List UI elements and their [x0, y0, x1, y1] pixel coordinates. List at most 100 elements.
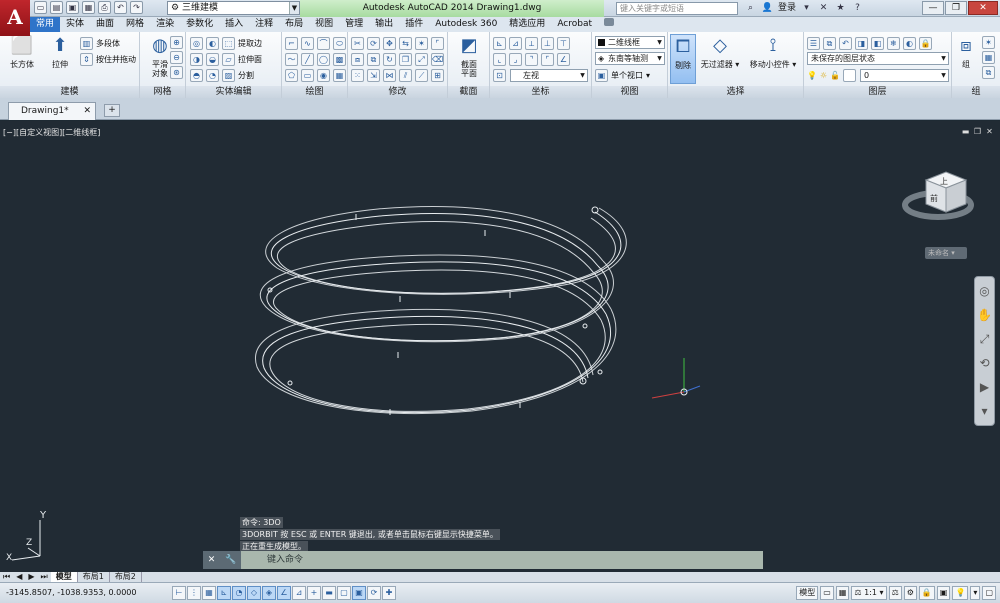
close-icon[interactable]: ✕ — [208, 555, 216, 565]
tab-parametric[interactable]: 参数化 — [180, 17, 219, 32]
donut-icon[interactable]: ◉ — [317, 68, 330, 82]
layer-isolate-icon[interactable]: ◨ — [855, 36, 868, 50]
culling-button[interactable]: ⧠ 剔除 — [670, 34, 696, 84]
layer-unisolate-icon[interactable]: ◧ — [871, 36, 884, 50]
tab-plugins[interactable]: 插件 — [399, 17, 429, 32]
panel-title-solid-edit[interactable]: 实体编辑 — [186, 86, 281, 98]
save-as-icon[interactable]: ▦ — [82, 1, 95, 14]
new-tab-button[interactable]: + — [104, 104, 120, 117]
lineweight-icon[interactable]: ▬ — [322, 586, 336, 600]
command-input[interactable]: 键入命令 — [241, 551, 763, 569]
quick-properties-icon[interactable]: ▣ — [352, 586, 366, 600]
thicken-icon[interactable]: ◔ — [206, 68, 219, 82]
rotate3d-icon[interactable]: ⟳ — [367, 36, 380, 50]
move-icon[interactable]: ✥ — [383, 36, 396, 50]
panel-title-draw[interactable]: 绘图 — [282, 86, 347, 98]
showmotion-icon[interactable]: ▶ — [975, 377, 994, 397]
isolate-objects-icon[interactable]: 💡 — [952, 586, 969, 600]
separate-icon[interactable]: ▨ — [222, 68, 235, 82]
polyline-icon[interactable]: ⌐ — [285, 36, 298, 50]
tab-home[interactable]: 常用 — [30, 17, 61, 32]
spline-icon[interactable]: ∿ — [301, 36, 314, 50]
save-icon[interactable]: ▣ — [66, 1, 79, 14]
ucs-face-icon[interactable]: ⌜ — [541, 52, 554, 66]
copy-icon[interactable]: ❐ — [399, 52, 412, 66]
extract-edges-label[interactable]: 提取边 — [238, 37, 262, 50]
star-icon[interactable]: ★ — [834, 2, 847, 15]
open-icon[interactable]: ▤ — [50, 1, 63, 14]
extrude-faces-icon[interactable]: ▱ — [222, 52, 235, 66]
ungroup-icon[interactable]: ✶ — [982, 36, 995, 49]
helix-spring[interactable] — [255, 206, 627, 415]
ucs-3point-icon[interactable]: ∠ — [557, 52, 570, 66]
trim-icon[interactable]: ✂ — [351, 36, 364, 50]
region-icon[interactable]: ▦ — [333, 68, 346, 82]
search-input[interactable]: 键入关键字或短语 — [616, 2, 738, 15]
mesh-refine-icon[interactable]: ⊛ — [170, 66, 183, 79]
fillet-icon[interactable]: ⌜ — [431, 36, 444, 50]
quick-view-drawings-icon[interactable]: ▦ — [835, 586, 850, 600]
panel-title-coordinates[interactable]: 坐标 — [490, 86, 591, 98]
array-icon[interactable]: ⁙ — [351, 68, 364, 82]
panel-title-modify[interactable]: 修改 — [348, 86, 447, 98]
layer-previous-icon[interactable]: ↶ — [839, 36, 852, 50]
layer-match-icon[interactable]: ⧉ — [823, 36, 836, 50]
stretch-icon[interactable]: ⇲ — [367, 68, 380, 82]
next-layout-icon[interactable]: ▶ — [25, 572, 37, 582]
3d-osnap-icon[interactable]: ◈ — [262, 586, 276, 600]
join-icon[interactable]: ⋈ — [383, 68, 396, 82]
tab-mesh[interactable]: 网格 — [120, 17, 150, 32]
user-icon[interactable]: 👤 — [761, 2, 774, 15]
transparency-icon[interactable]: ▢ — [337, 586, 351, 600]
rotate-icon[interactable]: ↻ — [383, 52, 396, 66]
panel-title-selection[interactable]: 选择 — [668, 86, 803, 98]
panel-title-groups[interactable]: 组 — [952, 86, 1000, 98]
ducs-icon[interactable]: ⊿ — [292, 586, 306, 600]
no-filter-button[interactable]: ◇ 无过滤器 ▾ — [700, 34, 740, 69]
layout-tab-model[interactable]: 模型 — [50, 572, 78, 582]
pan-icon[interactable]: ✋ — [975, 305, 994, 325]
selection-cycling-icon[interactable]: ⟳ — [367, 586, 381, 600]
mesh-smooth-more-icon[interactable]: ⊕ — [170, 36, 183, 49]
document-tab[interactable]: Drawing1* ✕ — [8, 102, 96, 120]
annotation-monitor-icon[interactable]: ✚ — [382, 586, 396, 600]
ucs-named-icon[interactable]: ⊡ — [493, 68, 506, 82]
panel-title-layers[interactable]: 图层 — [804, 86, 951, 98]
polygon-icon[interactable]: ⬠ — [285, 68, 298, 82]
separate-label[interactable]: 分割 — [238, 69, 254, 82]
ucs-x-icon[interactable]: ⟂ — [525, 36, 538, 50]
dyn-input-icon[interactable]: + — [307, 586, 321, 600]
presspull-button[interactable]: ⇕ 按住并拖动 — [80, 52, 136, 66]
close-icon[interactable]: ✕ — [968, 1, 998, 15]
prev-layout-icon[interactable]: ◀ — [13, 572, 25, 582]
zoom-icon[interactable]: ⤢ — [975, 329, 994, 349]
subtract-icon[interactable]: ◐ — [206, 36, 219, 50]
tab-insert[interactable]: 插入 — [219, 17, 249, 32]
hardware-acceleration-icon[interactable]: ▣ — [936, 586, 951, 600]
ucs-origin-icon[interactable]: ⌞ — [493, 52, 506, 66]
polar-icon[interactable]: ◔ — [232, 586, 246, 600]
box-button[interactable]: ⬜ 长方体 — [2, 34, 42, 69]
help-icon[interactable]: ? — [851, 2, 864, 15]
break-icon[interactable]: ⫽ — [399, 68, 412, 82]
otrack-icon[interactable]: ∠ — [277, 586, 291, 600]
rectangle-icon[interactable]: ▭ — [301, 68, 314, 82]
layer-state-select[interactable]: 未保存的图层状态 ▼ — [807, 52, 949, 65]
group-edit-icon[interactable]: ▦ — [982, 51, 995, 64]
group-select-icon[interactable]: ⧉ — [982, 66, 995, 79]
wrench-icon[interactable]: 🔧 — [225, 555, 236, 565]
application-menu-button[interactable]: A — [0, 0, 30, 36]
infer-constraints-icon[interactable]: ⊢ — [172, 586, 186, 600]
explode-icon[interactable]: ✶ — [415, 36, 428, 50]
ucs-preset-select[interactable]: 左视 ▼ — [510, 69, 588, 82]
panel-title-mesh[interactable]: 网格 — [140, 86, 185, 98]
layer-freeze-icon[interactable]: ❄ — [887, 36, 900, 50]
polysolid-button[interactable]: ▥ 多段体 — [80, 36, 120, 50]
close-icon[interactable]: ✕ — [83, 103, 91, 119]
annotation-scale-select[interactable]: ⚖ 1:1 ▾ — [851, 586, 887, 600]
chamfer-icon[interactable]: ⟋ — [415, 68, 428, 82]
intersect-icon[interactable]: ◑ — [190, 52, 203, 66]
orbit-icon[interactable]: ⟲ — [975, 353, 994, 373]
union-icon[interactable]: ◎ — [190, 36, 203, 50]
mirror-icon[interactable]: ⧉ — [367, 52, 380, 66]
